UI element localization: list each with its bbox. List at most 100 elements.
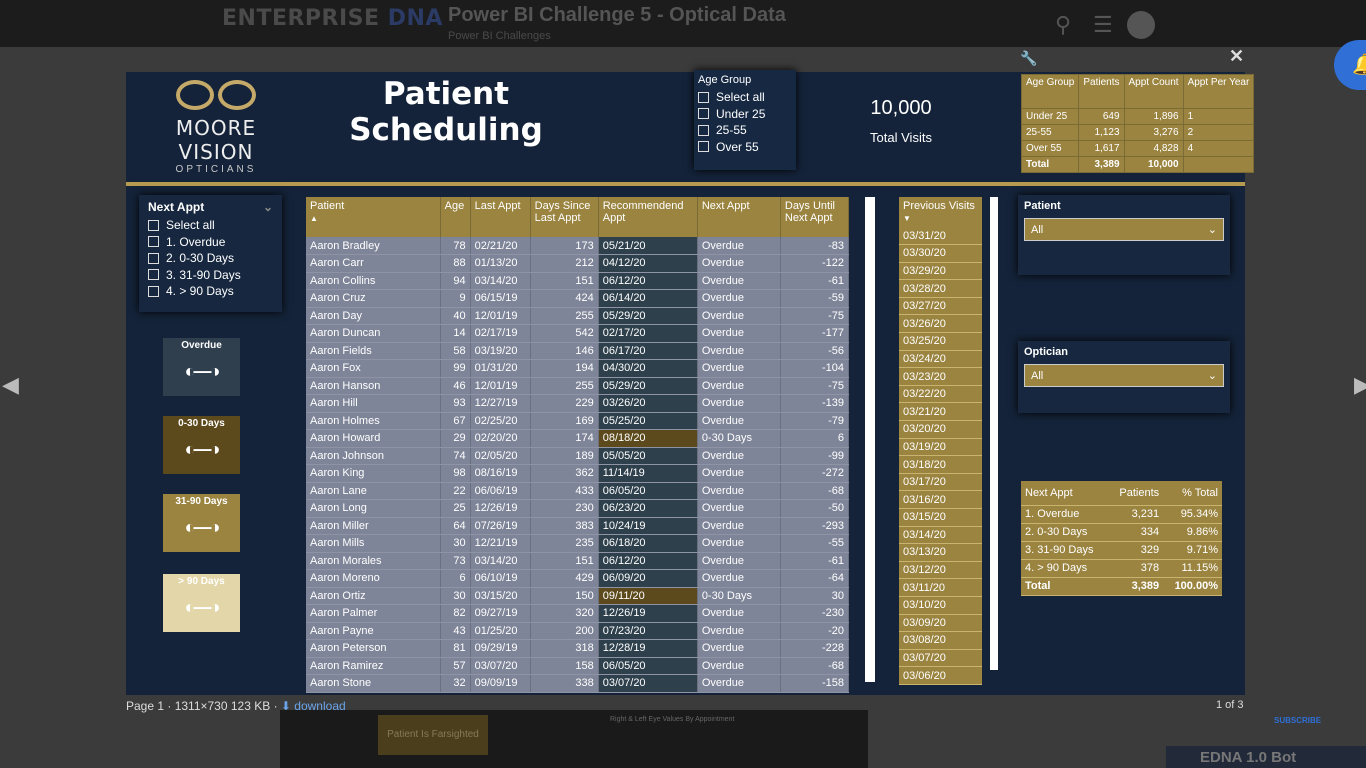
checkbox[interactable] — [148, 269, 159, 281]
table-row[interactable]: 03/17/20 — [899, 473, 982, 492]
slicer-option[interactable]: 25-55 — [698, 122, 792, 139]
site-logo[interactable]: ENTERPRISE DNA — [222, 6, 443, 31]
table-row[interactable]: Aaron Miller 64 07/26/19 383 10/24/19 Overdue… — [306, 517, 850, 535]
category-card[interactable]: 31-90 Days ◐—◑ — [163, 494, 240, 552]
slicer-option[interactable]: Over 55 — [698, 139, 792, 156]
table-row[interactable]: Aaron Johnson 74 02/05/20 189 05/05/20 Overdu… — [306, 447, 850, 465]
column-header[interactable]: Recommendend Appt — [598, 197, 698, 237]
table-row[interactable]: 03/13/20 — [899, 543, 982, 562]
chevron-down-icon[interactable]: ⌄ — [263, 200, 273, 214]
chat-bot[interactable]: EDNA 1.0 Bot — [1166, 746, 1366, 768]
slicer-option[interactable]: 3. 31-90 Days — [148, 267, 273, 284]
subscribe-badge[interactable]: SUBSCRIBE — [1274, 716, 1321, 725]
menu-icon[interactable]: ☰ — [1093, 12, 1113, 38]
column-header[interactable]: Patients — [1108, 481, 1164, 506]
column-header[interactable]: Appt Per Year — [1182, 74, 1255, 109]
table-row[interactable]: 03/24/20 — [899, 350, 982, 369]
post-category[interactable]: Power BI Challenges — [448, 30, 551, 42]
table-row[interactable]: 03/10/20 — [899, 596, 982, 615]
category-card[interactable]: 0-30 Days ◐—◑ — [163, 416, 240, 474]
table-scrollbar[interactable] — [865, 197, 875, 682]
slicer-option[interactable]: Under 25 — [698, 106, 792, 123]
category-card[interactable]: Overdue ◐—◑ — [163, 338, 240, 396]
table-row[interactable]: 03/11/20 — [899, 578, 982, 597]
table-row[interactable]: Aaron Fox 99 01/31/20 194 04/30/20 Overdue -10… — [306, 359, 850, 378]
table-row[interactable]: Aaron Moreno 6 06/10/19 429 06/09/20 Overdue -… — [306, 569, 850, 588]
table-row[interactable]: 03/28/20 — [899, 279, 982, 298]
bell-icon[interactable]: 🔔 — [1334, 40, 1366, 90]
table-row[interactable]: 03/09/20 — [899, 614, 982, 633]
column-header[interactable]: Next Appt — [697, 197, 781, 237]
checkbox[interactable] — [148, 252, 159, 264]
optician-dropdown[interactable]: All ⌄ — [1024, 364, 1224, 387]
table-row[interactable]: 03/07/20 — [899, 649, 982, 668]
table-row[interactable]: 03/30/20 — [899, 244, 982, 263]
table-row[interactable]: Aaron Long 25 12/26/19 230 06/23/20 Overdue -5… — [306, 499, 850, 518]
column-header[interactable]: Patients — [1078, 74, 1125, 109]
table-row[interactable]: Aaron Palmer 82 09/27/19 320 12/26/19 Overdue… — [306, 604, 850, 623]
table-row[interactable]: 03/21/20 — [899, 402, 982, 422]
table-row[interactable]: Aaron Duncan 14 02/17/19 542 02/17/20 Overdue… — [306, 324, 850, 343]
table-row[interactable]: Aaron Hill 93 12/27/19 229 03/26/20 Overdue -1… — [306, 394, 850, 413]
table-row[interactable]: Aaron Peterson 81 09/29/19 318 12/28/19 Overd… — [306, 639, 850, 658]
column-header[interactable]: Previous Visits ▼ — [899, 197, 982, 227]
column-header[interactable]: Patient ▲ — [306, 197, 441, 237]
table-row[interactable]: 03/14/20 — [899, 526, 982, 545]
table-row[interactable]: Aaron Carr 88 01/13/20 212 04/12/20 Overdue -1… — [306, 254, 850, 273]
checkbox[interactable] — [148, 285, 159, 297]
table-row[interactable]: Aaron Holmes 67 02/25/20 169 05/25/20 Overdue… — [306, 412, 850, 430]
table-row[interactable]: 03/31/20 — [899, 227, 982, 246]
prev-arrow-icon[interactable]: ◀ — [2, 372, 19, 398]
column-header[interactable]: Days Until Next Appt — [780, 197, 850, 237]
slicer-option[interactable]: Select all — [148, 217, 273, 234]
avatar[interactable] — [1127, 11, 1155, 39]
checkbox[interactable] — [698, 124, 709, 136]
checkbox[interactable] — [698, 141, 709, 153]
table-row[interactable]: 03/27/20 — [899, 297, 982, 316]
table-row[interactable]: 03/23/20 — [899, 367, 982, 386]
visits-scrollbar[interactable] — [990, 197, 998, 670]
column-header[interactable]: Days Since Last Appt — [530, 197, 599, 237]
table-row[interactable]: 03/12/20 — [899, 561, 982, 580]
table-row[interactable]: Aaron King 98 08/16/19 362 11/14/19 Overdue -2… — [306, 464, 850, 483]
table-row[interactable]: 03/20/20 — [899, 420, 982, 439]
checkbox[interactable] — [148, 236, 159, 248]
table-row[interactable]: Aaron Payne 43 01/25/20 200 07/23/20 Overdue -… — [306, 622, 850, 640]
table-row[interactable]: 03/25/20 — [899, 332, 982, 351]
column-header[interactable]: Appt Count — [1123, 74, 1184, 109]
search-icon[interactable]: ⚲ — [1055, 12, 1071, 38]
next-page-preview[interactable]: Patient Is Farsighted Right & Left Eye V… — [280, 710, 868, 768]
column-header[interactable]: % Total — [1163, 481, 1222, 506]
slicer-option[interactable]: 4. > 90 Days — [148, 283, 273, 300]
wrench-icon[interactable]: 🔧 — [1020, 50, 1037, 67]
table-row[interactable]: 03/22/20 — [899, 385, 982, 404]
column-header[interactable]: Age Group — [1020, 74, 1080, 109]
category-card[interactable]: > 90 Days ◐—◑ — [163, 574, 240, 632]
table-row[interactable]: Aaron Morales 73 03/14/20 151 06/12/20 Overdu… — [306, 552, 850, 570]
table-row[interactable]: 03/15/20 — [899, 508, 982, 527]
next-arrow-icon[interactable]: ▶ — [1354, 372, 1366, 398]
checkbox[interactable] — [698, 108, 709, 120]
table-row[interactable]: Aaron Ramirez 57 03/07/20 158 06/05/20 Overdu… — [306, 657, 850, 675]
close-icon[interactable]: ✕ — [1229, 46, 1244, 67]
table-row[interactable]: Aaron Hanson 46 12/01/19 255 05/29/20 Overdue… — [306, 377, 850, 395]
table-row[interactable]: Aaron Cruz 9 06/15/19 424 06/14/20 Overdue -59 — [306, 289, 850, 308]
table-row[interactable]: 03/18/20 — [899, 455, 982, 474]
table-row[interactable]: Aaron Day 40 12/01/19 255 05/29/20 Overdue -75 — [306, 307, 850, 325]
table-row[interactable]: Aaron Bradley 78 02/21/20 173 05/21/20 Overdu… — [306, 237, 850, 255]
checkbox[interactable] — [698, 91, 709, 103]
table-row[interactable]: Aaron Mills 30 12/21/19 235 06/18/20 Overdue -… — [306, 534, 850, 553]
column-header[interactable]: Next Appt — [1021, 481, 1109, 506]
table-row[interactable]: Aaron Howard 29 02/20/20 174 08/18/20 0-30 Da… — [306, 429, 850, 448]
patient-dropdown[interactable]: All ⌄ — [1024, 218, 1224, 241]
table-row[interactable]: 03/29/20 — [899, 262, 982, 281]
table-row[interactable]: Aaron Stone 32 09/09/19 338 03/07/20 Overdue -… — [306, 674, 850, 693]
table-row[interactable]: 03/19/20 — [899, 438, 982, 457]
table-row[interactable]: Aaron Ortiz 30 03/15/20 150 09/11/20 0-30 Day… — [306, 587, 850, 605]
column-header[interactable]: Last Appt — [470, 197, 531, 237]
table-row[interactable]: 03/08/20 — [899, 631, 982, 650]
table-row[interactable]: 03/26/20 — [899, 314, 982, 334]
table-row[interactable]: Aaron Collins 94 03/14/20 151 06/12/20 Overdu… — [306, 272, 850, 290]
table-row[interactable]: Aaron Fields 58 03/19/20 146 06/17/20 Overdue… — [306, 342, 850, 360]
slicer-option[interactable]: Select all — [698, 89, 792, 106]
